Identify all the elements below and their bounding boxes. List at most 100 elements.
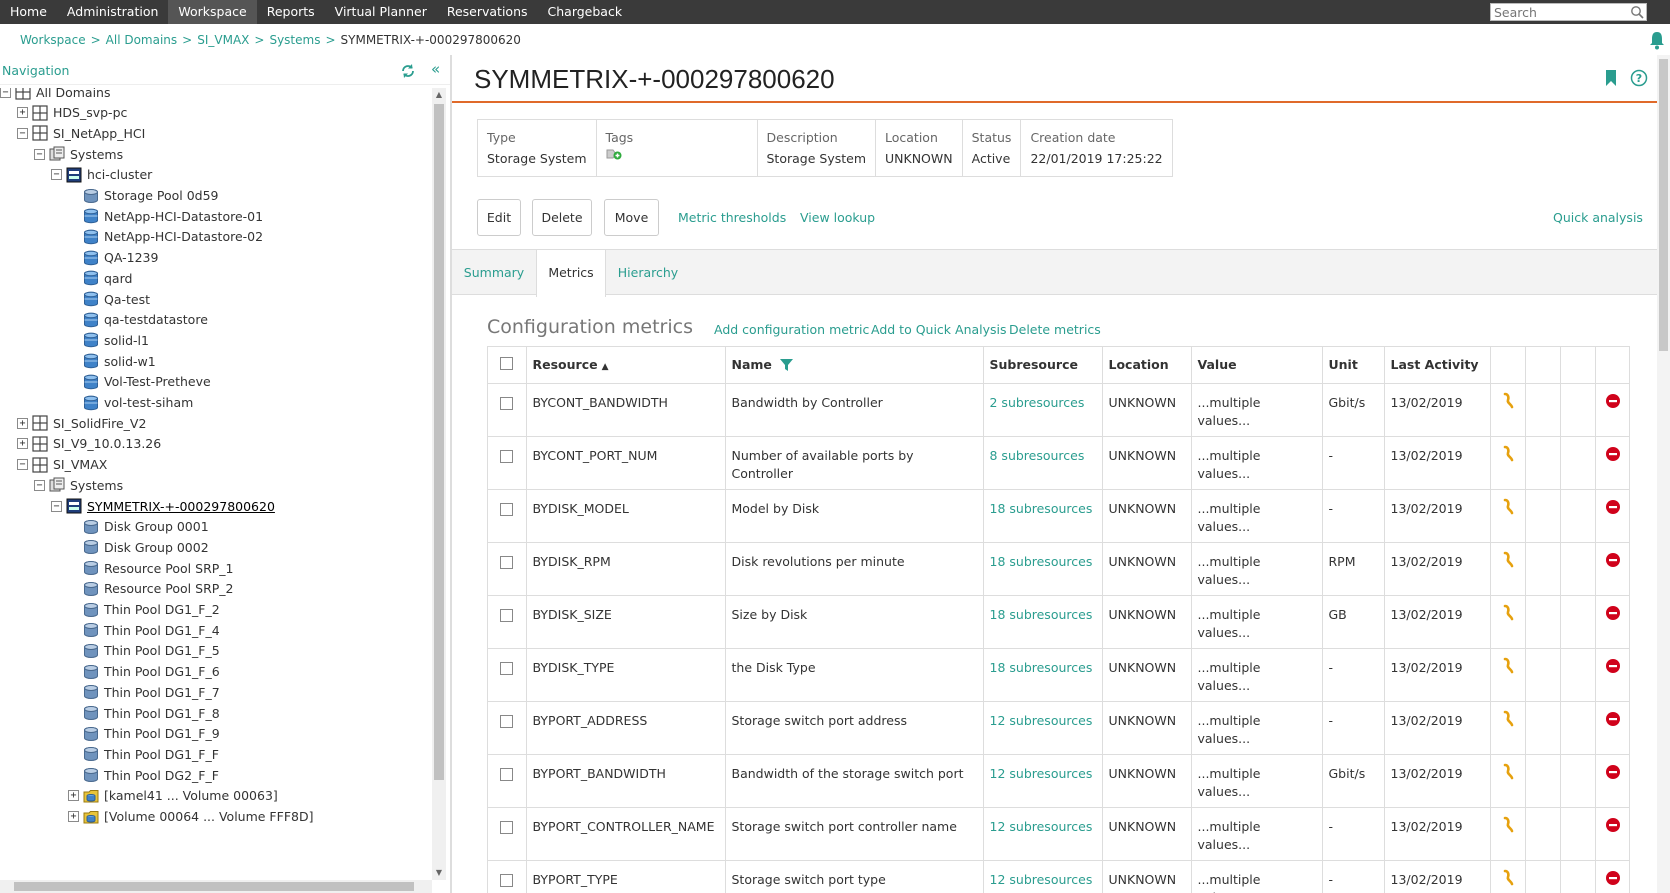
tab-hierarchy[interactable]: Hierarchy [606, 250, 690, 296]
scroll-up-arrow-icon[interactable]: ▲ [432, 88, 446, 102]
tree-node[interactable]: Thin Pool DG2_F_F [68, 764, 219, 786]
table-row[interactable]: BYDISK_SIZE Size by Disk 18 subresources UN… [488, 595, 1629, 649]
expand-icon[interactable]: + [17, 417, 28, 429]
expand-icon[interactable]: + [68, 790, 79, 802]
metric-chart-icon[interactable] [1500, 763, 1516, 781]
row-checkbox[interactable] [500, 767, 514, 781]
metric-chart-icon[interactable] [1500, 604, 1516, 622]
delete-row-icon[interactable] [1605, 604, 1621, 622]
add-tag-icon[interactable] [606, 148, 622, 160]
delete-row-icon[interactable] [1605, 710, 1621, 728]
metric-chart-icon[interactable] [1500, 392, 1516, 410]
cell-subresource[interactable]: 2 subresources [983, 383, 1103, 437]
tree-node[interactable]: Disk Group 0001 [68, 516, 209, 538]
row-checkbox[interactable] [500, 555, 514, 569]
table-row[interactable]: BYCONT_BANDWIDTH Bandwidth by Controller 2… [488, 383, 1629, 437]
table-row[interactable]: BYDISK_RPM Disk revolutions per minute 18 … [488, 542, 1629, 596]
row-checkbox[interactable] [500, 449, 514, 463]
main-scroll-thumb[interactable] [1659, 59, 1668, 351]
collapse-icon[interactable]: − [17, 127, 28, 139]
tree-node[interactable]: − hci-cluster [51, 164, 152, 186]
tree-node[interactable]: + HDS_svp-pc [17, 102, 127, 124]
delete-row-icon[interactable] [1605, 445, 1621, 463]
table-row[interactable]: BYDISK_MODEL Model by Disk 18 subresources… [488, 489, 1629, 543]
tree-node[interactable]: Thin Pool DG1_F_5 [68, 640, 220, 662]
cell-subresource[interactable]: 18 subresources [983, 648, 1103, 702]
menu-item-reservations[interactable]: Reservations [437, 0, 538, 24]
tree-node[interactable]: Thin Pool DG1_F_6 [68, 661, 220, 683]
delete-metrics-link[interactable]: Delete metrics [1009, 322, 1101, 337]
table-row[interactable]: BYPORT_CONTROLLER_NAME Storage switch por… [488, 807, 1629, 861]
tree-node[interactable]: qard [68, 267, 132, 289]
select-all-checkbox[interactable] [500, 356, 514, 370]
metric-chart-icon[interactable] [1500, 869, 1516, 887]
collapse-icon[interactable]: − [0, 88, 11, 98]
delete-row-icon[interactable] [1605, 498, 1621, 516]
notification-bell-icon[interactable] [1648, 30, 1666, 50]
scroll-down-arrow-icon[interactable]: ▼ [432, 866, 446, 880]
tab-summary[interactable]: Summary [452, 250, 536, 296]
expand-icon[interactable]: + [17, 107, 28, 119]
add-configuration-metric-link[interactable]: Add configuration metric [714, 322, 869, 337]
column-header-resource[interactable]: Resource ▲ [526, 347, 726, 384]
tab-metrics[interactable]: Metrics [536, 250, 606, 297]
delete-row-icon[interactable] [1605, 816, 1621, 834]
metric-chart-icon[interactable] [1500, 816, 1516, 834]
tree-node[interactable]: Qa-test [68, 288, 150, 310]
column-header-last-activity[interactable]: Last Activity [1384, 347, 1491, 384]
tree-node[interactable]: + SI_SolidFire_V2 [17, 412, 146, 434]
cell-subresource[interactable]: 12 subresources [983, 860, 1103, 893]
metric-chart-icon[interactable] [1500, 445, 1516, 463]
quick-analysis-link[interactable]: Quick analysis [1553, 210, 1643, 225]
table-row[interactable]: BYPORT_TYPE Storage switch port type 12 su… [488, 860, 1629, 893]
cell-subresource[interactable]: 18 subresources [983, 542, 1103, 596]
tree-hscroll-thumb[interactable] [14, 882, 414, 891]
row-checkbox[interactable] [500, 661, 514, 675]
collapse-icon[interactable]: − [51, 500, 62, 512]
delete-button[interactable]: Delete [532, 199, 592, 236]
tree-node[interactable]: Storage Pool 0d59 [68, 185, 219, 207]
row-checkbox[interactable] [500, 608, 514, 622]
metric-chart-icon[interactable] [1500, 498, 1516, 516]
expand-icon[interactable]: + [68, 811, 79, 822]
menu-item-reports[interactable]: Reports [257, 0, 325, 24]
bookmark-icon[interactable] [1605, 70, 1617, 86]
collapse-icon[interactable]: − [51, 169, 62, 181]
tree-node[interactable]: + [Volume 00064 ... Volume FFF8D] [68, 806, 313, 828]
row-checkbox[interactable] [500, 820, 514, 834]
delete-row-icon[interactable] [1605, 869, 1621, 887]
delete-row-icon[interactable] [1605, 763, 1621, 781]
help-icon[interactable]: ? [1630, 69, 1648, 87]
cell-subresource[interactable]: 18 subresources [983, 595, 1103, 649]
tree-node[interactable]: − SI_VMAX [17, 454, 107, 476]
column-header-subresource[interactable]: Subresource [983, 347, 1103, 384]
cell-subresource[interactable]: 12 subresources [983, 807, 1103, 861]
metric-thresholds-link[interactable]: Metric thresholds [678, 210, 786, 225]
row-checkbox[interactable] [500, 714, 514, 728]
filter-icon[interactable] [780, 359, 794, 372]
main-vertical-scrollbar[interactable] [1657, 55, 1670, 893]
row-checkbox[interactable] [500, 396, 514, 410]
tree-node[interactable]: + SI_V9_10.0.13.26 [17, 433, 161, 455]
view-lookup-link[interactable]: View lookup [800, 210, 875, 225]
menu-item-virtual-planner[interactable]: Virtual Planner [325, 0, 437, 24]
table-row[interactable]: BYPORT_BANDWIDTH Bandwidth of the storage… [488, 754, 1629, 808]
tree-node[interactable]: Thin Pool DG1_F_9 [68, 723, 220, 745]
collapse-icon[interactable]: − [34, 479, 45, 491]
tree-node[interactable]: + [kamel41 ... Volume 00063] [68, 785, 278, 807]
column-header-unit[interactable]: Unit [1322, 347, 1385, 384]
menu-item-chargeback[interactable]: Chargeback [538, 0, 633, 24]
tree-node[interactable]: Disk Group 0002 [68, 536, 209, 558]
delete-row-icon[interactable] [1605, 657, 1621, 675]
tree-node[interactable]: Thin Pool DG1_F_8 [68, 702, 220, 724]
breadcrumb-link[interactable]: All Domains [106, 33, 178, 51]
edit-button[interactable]: Edit [477, 199, 521, 236]
tree-node[interactable]: solid-w1 [68, 350, 156, 372]
move-button[interactable]: Move [604, 199, 659, 236]
tree-scroll-thumb[interactable] [434, 104, 444, 780]
metric-chart-icon[interactable] [1500, 657, 1516, 675]
search-input[interactable] [1494, 4, 1622, 20]
table-row[interactable]: BYDISK_TYPE the Disk Type 18 subresources U… [488, 648, 1629, 702]
tree-node[interactable]: vol-test-siham [68, 392, 193, 414]
search-icon[interactable] [1630, 5, 1644, 19]
